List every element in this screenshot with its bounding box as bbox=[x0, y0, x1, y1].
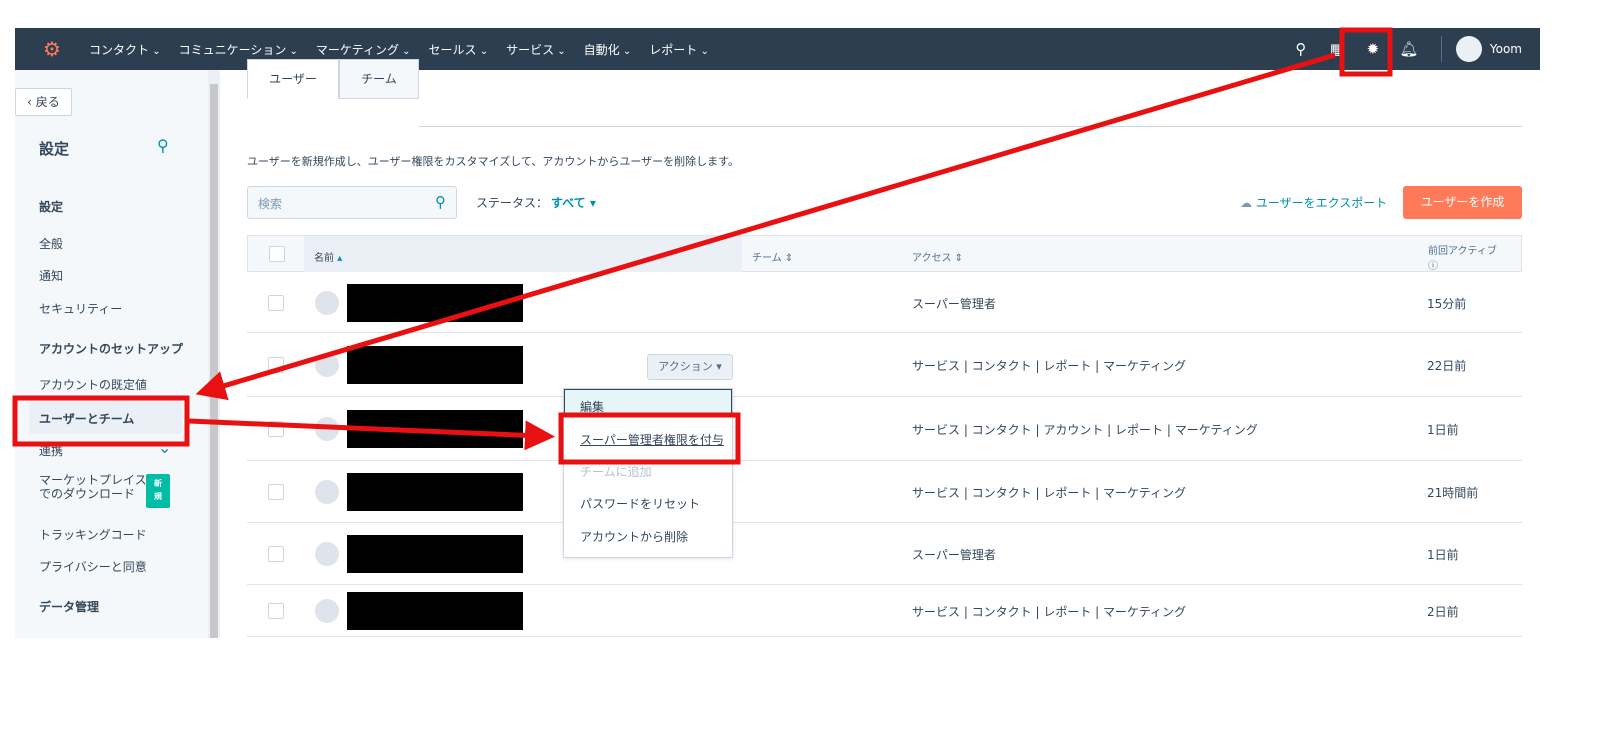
highlight-grant-admin bbox=[558, 412, 741, 465]
highlight-users-teams bbox=[12, 395, 190, 447]
annotation-overlay bbox=[12, 27, 1393, 465]
arrow-sidebar-to-menu bbox=[188, 418, 555, 451]
arrow-gear-to-sidebar bbox=[195, 52, 1336, 401]
highlight-gear bbox=[1339, 27, 1393, 77]
